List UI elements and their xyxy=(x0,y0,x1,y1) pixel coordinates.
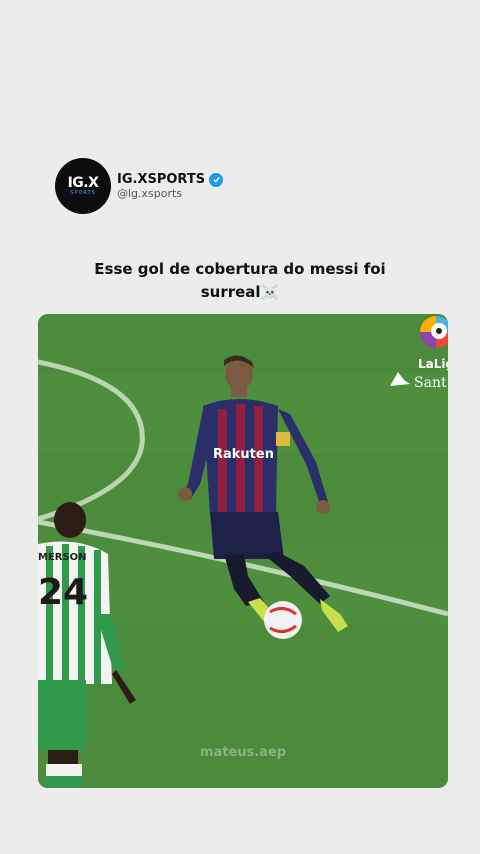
video-watermark: mateus.aep xyxy=(199,745,287,760)
display-name[interactable]: IG.XSPORTS xyxy=(117,172,205,187)
opponent-shirt-name: MERSON xyxy=(38,552,87,563)
shirt-sponsor-text: Rakuten xyxy=(213,447,274,462)
post-header: IG.X SPORTS IG.XSPORTS @lg.xsports xyxy=(55,158,224,214)
avatar-logo-subtext: SPORTS xyxy=(70,190,96,196)
league-text: LaLig xyxy=(418,357,448,371)
name-row: IG.XSPORTS xyxy=(117,172,224,187)
skull-emoji-icon: ☠️ xyxy=(260,283,280,301)
ball-icon xyxy=(264,601,302,639)
opponent-shirt-number: 24 xyxy=(38,572,88,613)
verified-badge-icon xyxy=(209,172,224,187)
post-caption: Esse gol de cobertura do messi foi surre… xyxy=(40,258,440,304)
pitch-scene: Rakuten MERSON 24 LaLi Sant xyxy=(38,314,448,788)
author-handle[interactable]: @lg.xsports xyxy=(117,187,223,200)
caption-line-2: surreal xyxy=(200,283,261,301)
avatar-logo-text: IG.X xyxy=(67,175,99,191)
author-names: IG.XSPORTS @lg.xsports xyxy=(117,172,224,200)
caption-line-1: Esse gol de cobertura do messi foi xyxy=(94,260,386,278)
video-frame[interactable]: Rakuten MERSON 24 LaLi Sant xyxy=(38,314,448,788)
sponsor-text: Sant xyxy=(414,375,447,391)
avatar[interactable]: IG.X SPORTS xyxy=(55,158,111,214)
